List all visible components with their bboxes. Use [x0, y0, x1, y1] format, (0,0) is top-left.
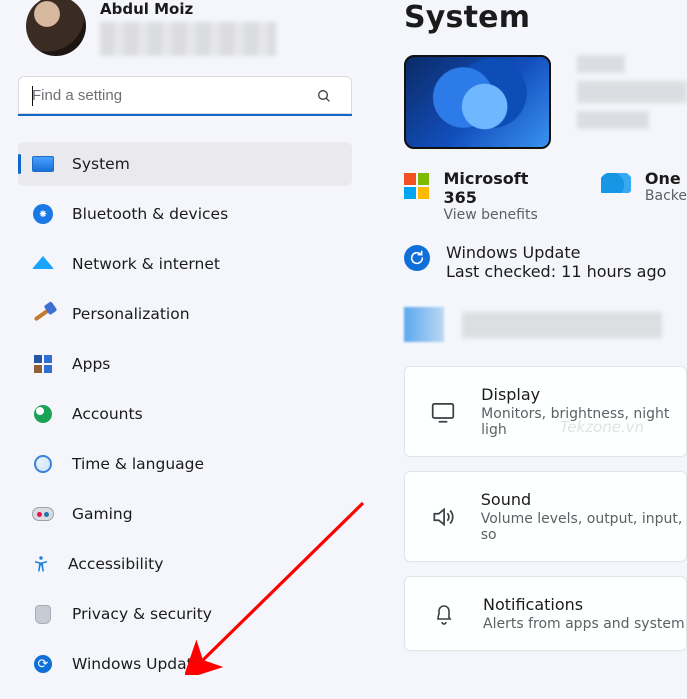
nav-label: Time & language — [72, 455, 204, 473]
service-ms365[interactable]: Microsoft 365 View benefits — [404, 169, 565, 223]
nav-label: Bluetooth & devices — [72, 205, 228, 223]
card-display[interactable]: Display Monitors, brightness, night ligh — [404, 366, 687, 457]
blurred-square — [404, 307, 444, 342]
nav-item-accessibility[interactable]: Accessibility — [18, 542, 352, 586]
nav-label: Apps — [72, 355, 110, 373]
shield-icon — [32, 603, 54, 625]
gamepad-icon — [32, 503, 54, 525]
wifi-icon — [32, 253, 54, 275]
blurred-bar — [462, 312, 662, 338]
card-title: Notifications — [483, 595, 685, 614]
service-onedrive[interactable]: One Backe — [601, 169, 687, 223]
apps-icon — [32, 353, 54, 375]
nav-item-privacy[interactable]: Privacy & security — [18, 592, 352, 636]
profile-block[interactable]: Abdul Moiz — [18, 0, 352, 76]
bell-icon — [429, 602, 459, 626]
main-content: System Microsoft 365 View benefits One B… — [404, 0, 687, 699]
nav-item-accounts[interactable]: Accounts — [18, 392, 352, 436]
nav-label: Accounts — [72, 405, 143, 423]
service-subtitle: Last checked: 11 hours ago — [446, 262, 666, 281]
blurred-info-row — [404, 307, 687, 342]
windows-update-icon: ⟳ — [32, 653, 54, 675]
nav-item-personalization[interactable]: Personalization — [18, 292, 352, 336]
avatar — [26, 0, 86, 56]
service-title: Windows Update — [446, 243, 666, 262]
sound-icon — [429, 504, 457, 530]
nav-list: System ⁕ Bluetooth & devices Network & i… — [18, 142, 352, 692]
service-title: Microsoft 365 — [443, 169, 564, 207]
service-subtitle: Backe — [645, 188, 687, 204]
nav-label: Accessibility — [68, 555, 163, 573]
nav-label: System — [72, 155, 130, 173]
nav-item-apps[interactable]: Apps — [18, 342, 352, 386]
nav-item-windows-update[interactable]: ⟳ Windows Update — [18, 642, 352, 686]
windows-update-icon — [404, 245, 430, 271]
clock-globe-icon — [32, 453, 54, 475]
nav-item-network[interactable]: Network & internet — [18, 242, 352, 286]
nav-item-system[interactable]: System — [18, 142, 352, 186]
nav-item-bluetooth[interactable]: ⁕ Bluetooth & devices — [18, 192, 352, 236]
text-caret — [32, 86, 33, 106]
profile-name: Abdul Moiz — [100, 0, 276, 18]
desktop-thumbnail[interactable] — [404, 55, 551, 149]
search-icon — [316, 88, 332, 104]
card-subtitle: Monitors, brightness, night ligh — [481, 406, 686, 438]
nav-label: Privacy & security — [72, 605, 212, 623]
search-wrap — [18, 76, 352, 116]
search-input[interactable] — [18, 76, 352, 116]
card-title: Sound — [481, 490, 686, 509]
settings-card-list: Display Monitors, brightness, night ligh… — [404, 366, 687, 651]
profile-text: Abdul Moiz — [100, 0, 276, 56]
nav-label: Windows Update — [72, 655, 202, 673]
display-icon — [429, 399, 457, 425]
nav-item-time-language[interactable]: Time & language — [18, 442, 352, 486]
settings-sidebar: Abdul Moiz System ⁕ Bluetooth & devices … — [0, 0, 370, 699]
card-notifications[interactable]: Notifications Alerts from apps and syste… — [404, 576, 687, 651]
onedrive-icon — [601, 173, 631, 193]
bluetooth-icon: ⁕ — [32, 203, 54, 225]
device-info-blurred — [577, 55, 687, 137]
system-icon — [32, 153, 54, 175]
nav-label: Gaming — [72, 505, 133, 523]
nav-label: Personalization — [72, 305, 190, 323]
account-icon — [32, 403, 54, 425]
profile-subtext-blurred — [100, 22, 276, 56]
nav-item-gaming[interactable]: Gaming — [18, 492, 352, 536]
page-title: System — [404, 0, 687, 35]
card-subtitle: Volume levels, output, input, so — [481, 511, 686, 543]
services-row: Microsoft 365 View benefits One Backe — [404, 169, 687, 223]
card-sound[interactable]: Sound Volume levels, output, input, so — [404, 471, 687, 562]
card-title: Display — [481, 385, 686, 404]
service-subtitle: View benefits — [443, 207, 564, 223]
service-title: One — [645, 169, 687, 188]
accessibility-icon — [32, 554, 50, 574]
device-hero-row — [404, 55, 687, 149]
card-subtitle: Alerts from apps and system — [483, 616, 685, 632]
brush-icon — [32, 303, 54, 325]
microsoft-365-icon — [404, 173, 429, 199]
service-windows-update[interactable]: Windows Update Last checked: 11 hours ag… — [404, 243, 687, 281]
nav-label: Network & internet — [72, 255, 220, 273]
